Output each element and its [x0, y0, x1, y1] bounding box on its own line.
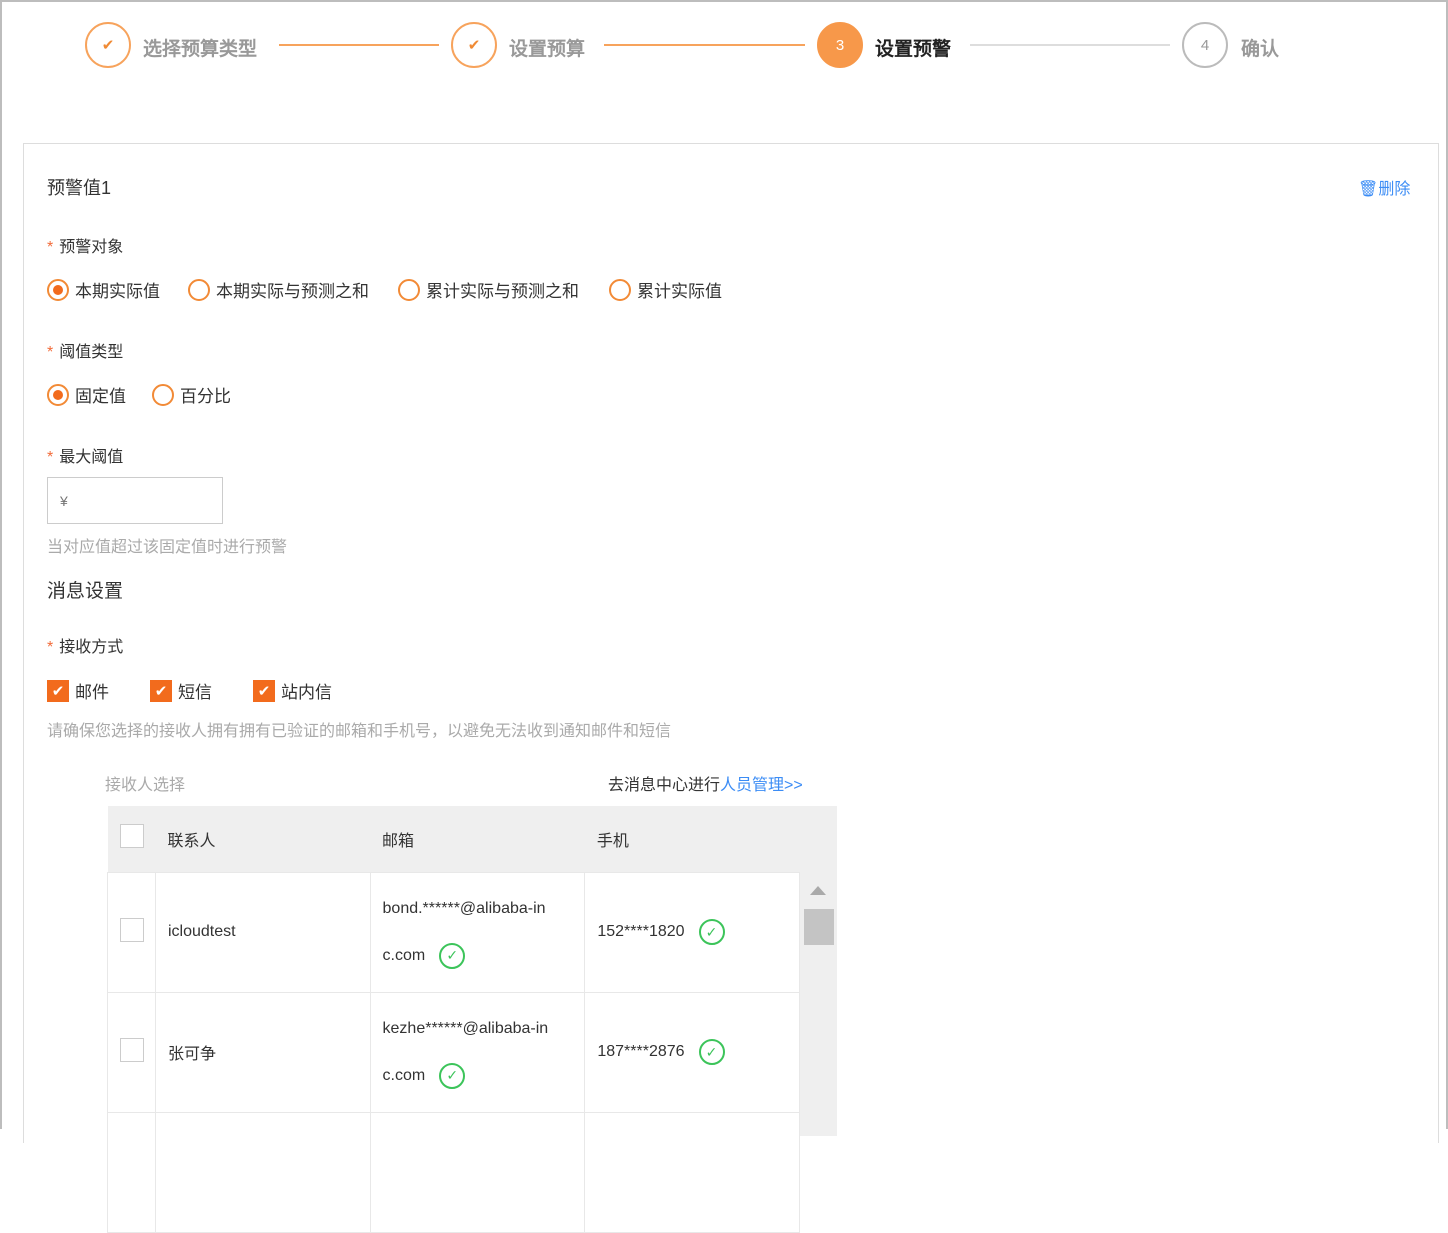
header-contact: 联系人 — [155, 806, 371, 872]
table-row: icloudtest bond.******@alibaba-in c.com ✓ … — [107, 871, 800, 993]
radio-target-2[interactable]: 累计实际与预测之和 — [398, 277, 579, 302]
max-threshold-label: * 最大阈值 — [47, 449, 124, 466]
check-icon: ✔ — [47, 679, 69, 702]
email-line: c.com — [382, 1067, 426, 1084]
row-checkbox[interactable] — [120, 1037, 144, 1062]
manage-link[interactable]: 人员管理>> — [720, 777, 803, 794]
radio-target-0[interactable]: 本期实际值 — [47, 277, 160, 302]
max-threshold-hint: 当对应值超过该固定值时进行预警 — [47, 539, 288, 556]
header-email: 邮箱 — [370, 806, 585, 872]
recipient-table: 联系人 邮箱 手机 icloudtest bond.******@alibaba… — [107, 806, 800, 1233]
target-label: * 预警对象 — [47, 239, 124, 256]
contact-name: icloudtest — [154, 871, 371, 993]
message-section-title: 消息设置 — [47, 581, 124, 602]
check-icon: ✔ — [150, 679, 172, 702]
receive-hint: 请确保您选择的接收人拥有拥有已验证的邮箱和手机号，以避免无法收到通知邮件和短信 — [47, 723, 672, 740]
manage-text: 去消息中心进行人员管理>> — [608, 777, 803, 794]
delete-label: 删除 — [1378, 181, 1411, 198]
checkbox-sms[interactable]: ✔ 短信 — [150, 678, 212, 703]
row-checkbox[interactable] — [120, 917, 144, 942]
email-line: kezhe******@alibaba-in — [382, 1020, 549, 1037]
contact-name: 张可争 — [154, 991, 371, 1113]
recipient-label: 接收人选择 — [105, 777, 186, 794]
verified-icon: ✓ — [439, 942, 466, 969]
step-connector — [604, 44, 805, 46]
table-row: 张可争 kezhe******@alibaba-in c.com ✓ 187****… — [107, 991, 800, 1113]
check-icon: ✔ — [253, 679, 275, 702]
phone: 152****1820 — [597, 923, 685, 941]
max-threshold-input[interactable] — [47, 477, 223, 524]
scroll-thumb[interactable] — [804, 909, 834, 945]
step-connector — [970, 44, 1170, 46]
radio-percent[interactable]: 百分比 — [152, 382, 231, 407]
step-4-label: 确认 — [1241, 39, 1280, 60]
delete-button[interactable]: 🗑删除 — [1358, 175, 1410, 199]
trash-icon: 🗑 — [1358, 181, 1379, 198]
email-line: bond.******@alibaba-in — [382, 900, 546, 917]
step-2-check-icon: ✔ — [451, 22, 497, 68]
header-phone: 手机 — [584, 806, 800, 872]
phone: 187****2876 — [597, 1043, 685, 1061]
select-all-checkbox[interactable] — [119, 824, 144, 849]
verified-icon: ✓ — [439, 1062, 466, 1089]
step-1-label: 选择预算类型 — [143, 39, 258, 60]
table-header: 联系人 邮箱 手机 — [107, 806, 800, 872]
verified-icon: ✓ — [698, 1039, 725, 1065]
email-line: c.com — [382, 947, 426, 964]
radio-fixed[interactable]: 固定值 — [47, 382, 126, 407]
step-connector — [279, 44, 439, 46]
card-title: 预警值1 — [47, 178, 112, 198]
verified-icon: ✓ — [698, 919, 725, 945]
step-3-number: 3 — [817, 22, 863, 68]
checkbox-inbox[interactable]: ✔ 站内信 — [253, 678, 332, 703]
checkbox-email[interactable]: ✔ 邮件 — [47, 678, 109, 703]
step-4-number: 4 — [1182, 22, 1228, 68]
receive-method-label: * 接收方式 — [47, 639, 124, 656]
table-scrollbar[interactable] — [800, 806, 837, 1136]
radio-target-3[interactable]: 累计实际值 — [609, 277, 722, 302]
scroll-up-arrow-icon[interactable] — [810, 886, 826, 895]
threshold-type-label: * 阈值类型 — [47, 344, 124, 361]
step-3-label: 设置预警 — [875, 39, 952, 60]
radio-target-1[interactable]: 本期实际与预测之和 — [188, 277, 369, 302]
step-2-label: 设置预算 — [509, 39, 586, 60]
step-1-check-icon: ✔ — [85, 22, 131, 68]
